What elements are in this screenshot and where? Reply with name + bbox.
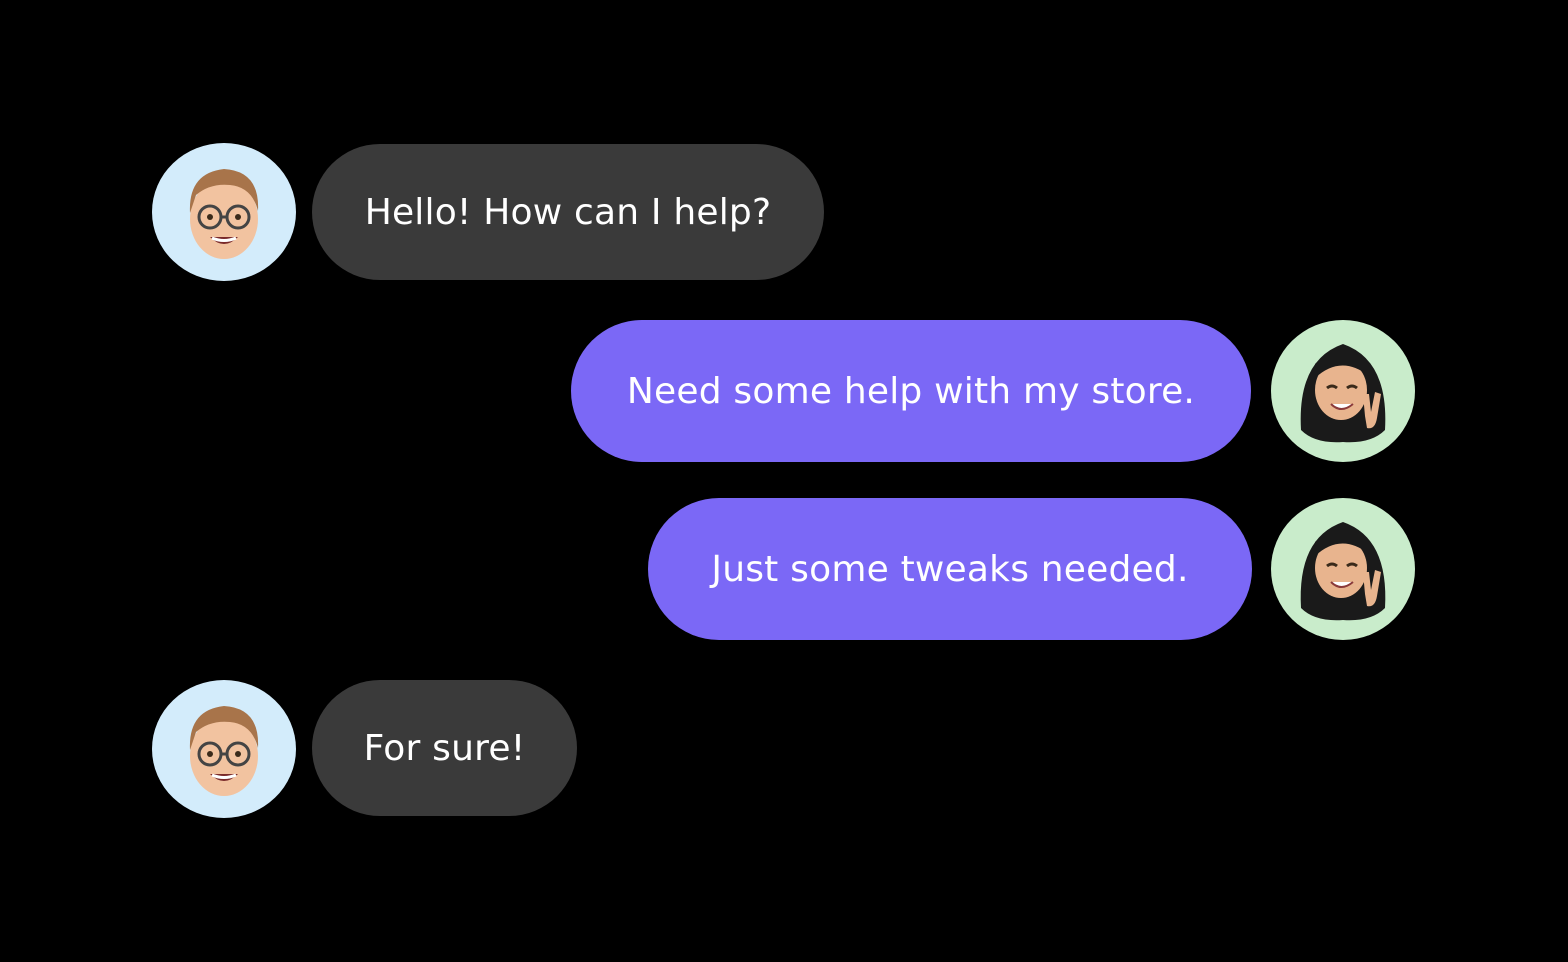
chat-thread: Hello! How can I help? Need some help wi… bbox=[0, 0, 1568, 962]
message-bubble-user: Just some tweaks needed. bbox=[648, 498, 1252, 640]
message-text: Just some tweaks needed. bbox=[711, 548, 1189, 590]
message-text: Hello! How can I help? bbox=[364, 191, 772, 233]
agent-avatar bbox=[152, 143, 296, 281]
memoji-man-glasses-icon bbox=[152, 680, 296, 818]
message-bubble-agent: For sure! bbox=[312, 680, 577, 816]
memoji-woman-peace-sign-icon bbox=[1271, 320, 1415, 462]
user-avatar bbox=[1271, 320, 1415, 462]
message-text: Need some help with my store. bbox=[626, 370, 1196, 412]
agent-avatar bbox=[152, 680, 296, 818]
memoji-man-glasses-icon bbox=[152, 143, 296, 281]
memoji-woman-peace-sign-icon bbox=[1271, 498, 1415, 640]
user-avatar bbox=[1271, 498, 1415, 640]
message-bubble-agent: Hello! How can I help? bbox=[312, 144, 824, 280]
message-text: For sure! bbox=[363, 727, 526, 769]
message-bubble-user: Need some help with my store. bbox=[571, 320, 1251, 462]
